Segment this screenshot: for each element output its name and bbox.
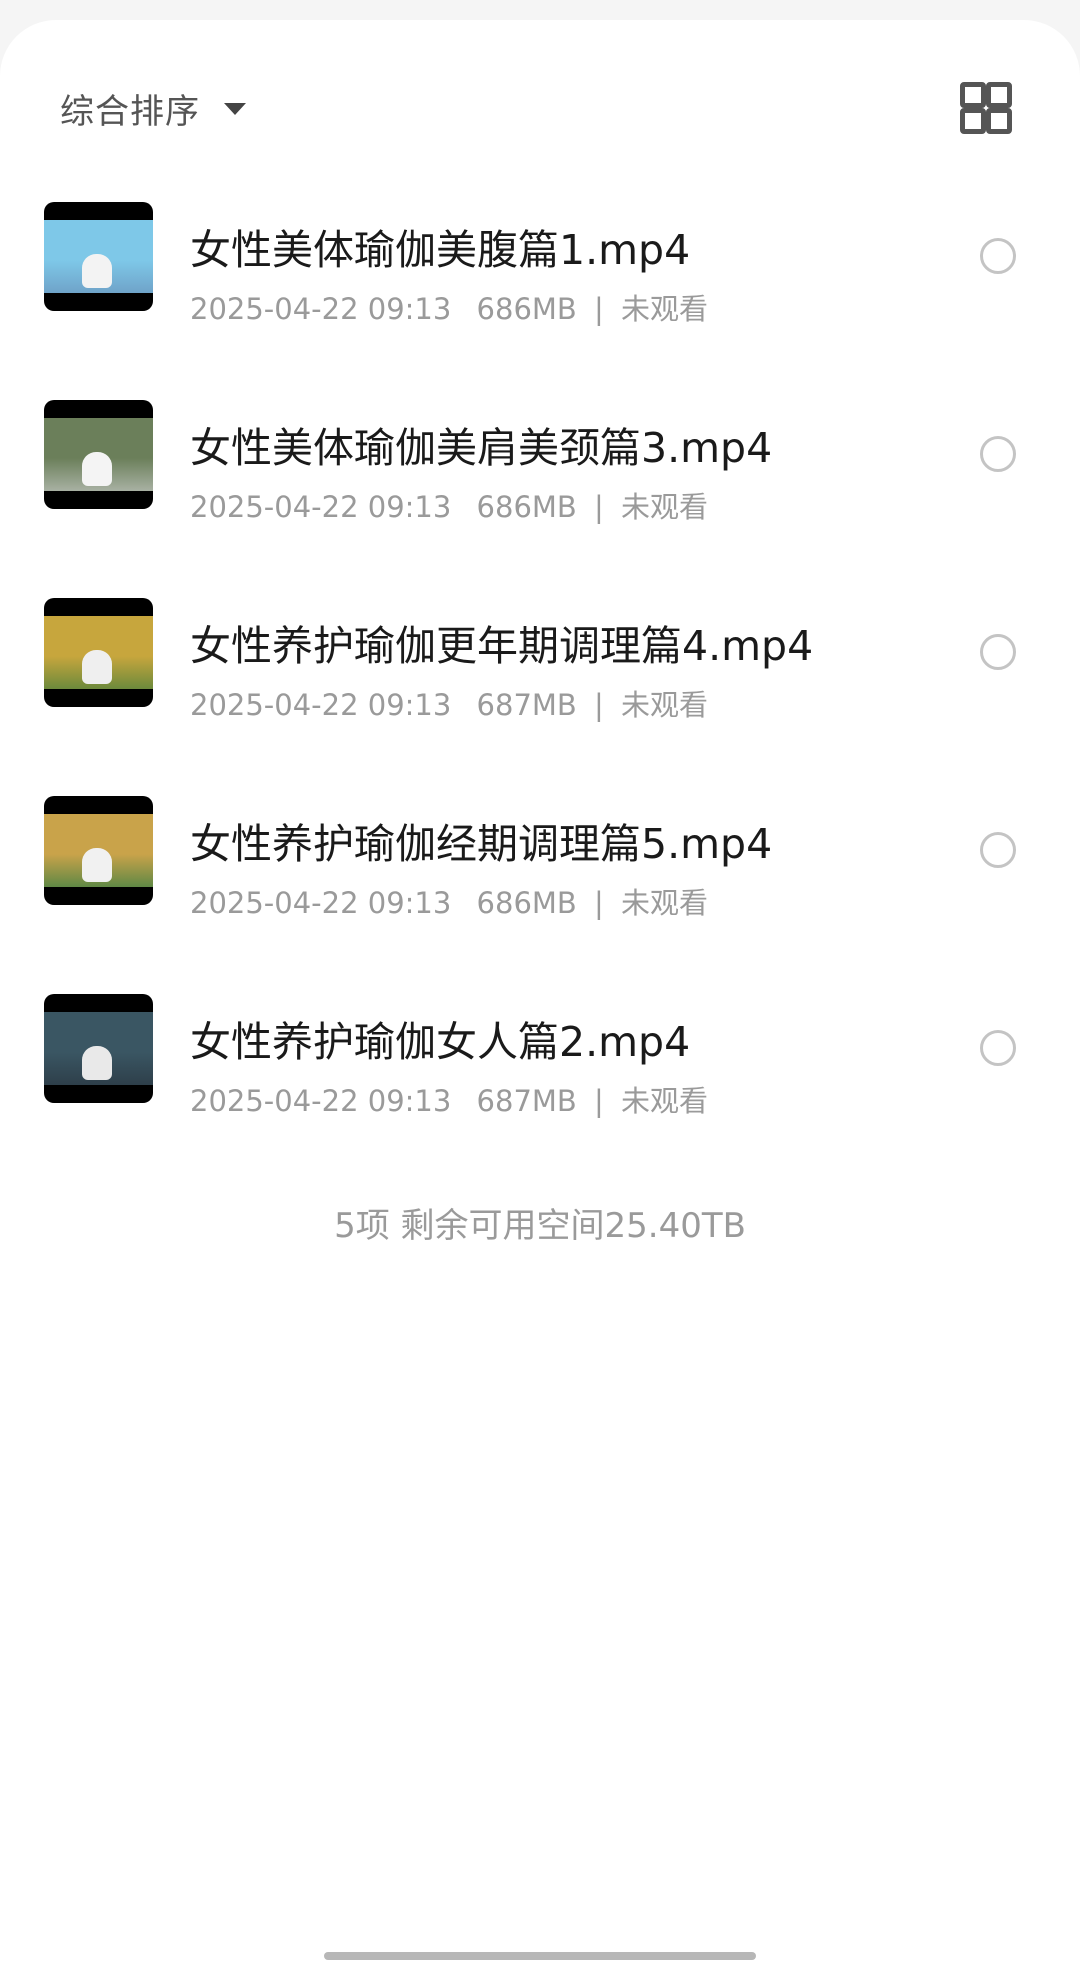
video-size: 686MB (476, 292, 577, 326)
grid-view-icon[interactable] (960, 82, 1012, 134)
video-title: 女性养护瑜伽更年期调理篇4.mp4 (190, 622, 814, 670)
video-date: 2025-04-22 09:13 (190, 292, 452, 326)
video-meta: 2025-04-22 09:13 687MB | 未观看 (190, 682, 708, 724)
thumbnail-figure (82, 452, 112, 486)
video-meta: 2025-04-22 09:13 687MB | 未观看 (190, 1078, 708, 1120)
select-radio[interactable] (980, 238, 1016, 274)
toolbar: 综合排序 (0, 20, 1080, 160)
meta-separator: | (594, 490, 604, 524)
video-title: 女性美体瑜伽美肩美颈篇3.mp4 (190, 424, 773, 472)
video-title: 女性养护瑜伽经期调理篇5.mp4 (190, 820, 773, 868)
meta-separator: | (594, 1084, 604, 1118)
sort-dropdown[interactable]: 综合排序 (60, 68, 246, 148)
file-list-panel: 综合排序 女性美体瑜伽美腹篇1.mp4 2025-04-22 09:13 686… (0, 20, 1080, 1964)
sort-label: 综合排序 (60, 91, 200, 132)
video-thumbnail (44, 400, 153, 509)
video-title: 女性养护瑜伽女人篇2.mp4 (190, 1018, 691, 1066)
select-radio[interactable] (980, 634, 1016, 670)
thumbnail-figure (82, 848, 112, 882)
video-date: 2025-04-22 09:13 (190, 490, 452, 524)
video-thumbnail (44, 598, 153, 707)
meta-separator: | (594, 292, 604, 326)
video-item[interactable]: 女性美体瑜伽美肩美颈篇3.mp4 2025-04-22 09:13 686MB … (0, 378, 1080, 556)
video-date: 2025-04-22 09:13 (190, 688, 452, 722)
caret-down-icon (224, 103, 246, 115)
grid-cell (960, 108, 986, 134)
thumbnail-figure (82, 254, 112, 288)
thumbnail-figure (82, 650, 112, 684)
video-meta: 2025-04-22 09:13 686MB | 未观看 (190, 880, 708, 922)
video-size: 686MB (476, 886, 577, 920)
select-radio[interactable] (980, 436, 1016, 472)
video-item[interactable]: 女性养护瑜伽更年期调理篇4.mp4 2025-04-22 09:13 687MB… (0, 576, 1080, 754)
watch-status: 未观看 (621, 292, 709, 326)
video-thumbnail (44, 994, 153, 1103)
storage-summary: 5项 剩余可用空间25.40TB (334, 1206, 746, 1246)
video-item[interactable]: 女性养护瑜伽经期调理篇5.mp4 2025-04-22 09:13 686MB … (0, 774, 1080, 952)
grid-cell (986, 108, 1012, 134)
video-size: 686MB (476, 490, 577, 524)
video-date: 2025-04-22 09:13 (190, 1084, 452, 1118)
video-thumbnail (44, 202, 153, 311)
home-indicator[interactable] (324, 1952, 756, 1960)
video-item[interactable]: 女性养护瑜伽女人篇2.mp4 2025-04-22 09:13 687MB | … (0, 972, 1080, 1150)
video-size: 687MB (476, 1084, 577, 1118)
video-meta: 2025-04-22 09:13 686MB | 未观看 (190, 286, 708, 328)
video-thumbnail (44, 796, 153, 905)
video-item[interactable]: 女性美体瑜伽美腹篇1.mp4 2025-04-22 09:13 686MB | … (0, 180, 1080, 358)
watch-status: 未观看 (621, 688, 709, 722)
select-radio[interactable] (980, 832, 1016, 868)
select-radio[interactable] (980, 1030, 1016, 1066)
meta-separator: | (594, 688, 604, 722)
watch-status: 未观看 (621, 490, 709, 524)
grid-cell (986, 82, 1012, 108)
meta-separator: | (594, 886, 604, 920)
video-meta: 2025-04-22 09:13 686MB | 未观看 (190, 484, 708, 526)
video-title: 女性美体瑜伽美腹篇1.mp4 (190, 226, 691, 274)
thumbnail-figure (82, 1046, 112, 1080)
watch-status: 未观看 (621, 1084, 709, 1118)
video-size: 687MB (476, 688, 577, 722)
watch-status: 未观看 (621, 886, 709, 920)
grid-cell (960, 82, 986, 108)
video-date: 2025-04-22 09:13 (190, 886, 452, 920)
